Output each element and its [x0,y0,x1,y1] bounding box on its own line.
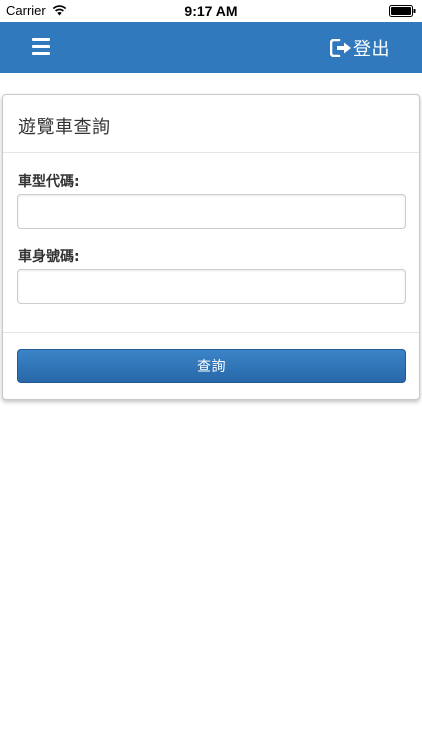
vehicle-type-code-label: 車型代碼: [18,174,80,190]
logout-icon [330,39,351,57]
panel-body: 車型代碼: 車身號碼: [3,153,419,333]
panel-footer: 查詢 [3,333,419,399]
page-title: 遊覽車查詢 [18,117,111,138]
nav-bar: 登出 [0,22,422,73]
battery-icon [389,5,416,17]
logout-button[interactable]: 登出 [330,36,390,60]
query-button[interactable]: 查詢 [17,349,406,383]
status-bar: Carrier 9:17 AM [0,0,422,22]
hamburger-menu-icon[interactable] [32,38,50,56]
vehicle-body-number-input[interactable] [17,269,406,304]
logout-label: 登出 [353,39,390,60]
vehicle-body-number-label: 車身號碼: [18,249,80,265]
status-time: 9:17 AM [184,3,238,19]
vehicle-type-code-input[interactable] [17,194,406,229]
search-panel: 遊覽車查詢 車型代碼: 車身號碼: 查詢 [2,94,420,400]
panel-heading: 遊覽車查詢 [3,95,419,153]
